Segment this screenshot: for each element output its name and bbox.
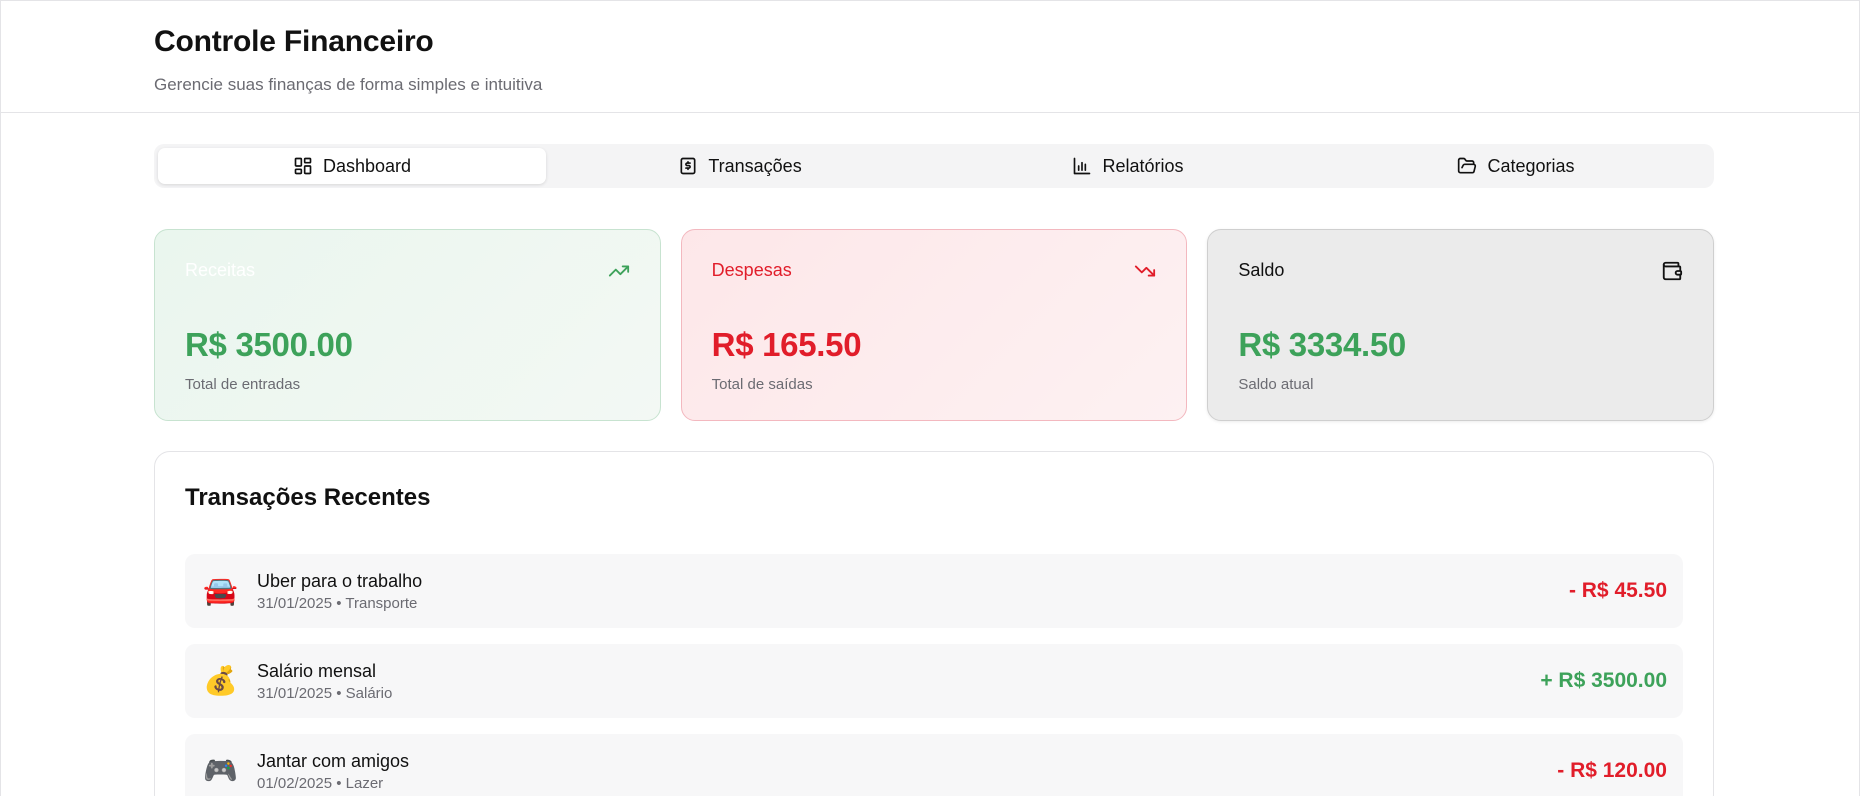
- app-page: Controle Financeiro Gerencie suas finanç…: [0, 0, 1860, 796]
- income-label: Receitas: [185, 260, 256, 280]
- wallet-icon: [1662, 261, 1683, 281]
- game-controller-icon: 🎮: [203, 755, 238, 786]
- transaction-amount: + R$ 3500.00: [1540, 669, 1667, 692]
- transaction-amount: - R$ 120.00: [1557, 759, 1667, 782]
- money-bag-icon: 💰: [203, 665, 238, 696]
- tab-dashboard[interactable]: Dashboard: [158, 148, 546, 184]
- tab-label: Transações: [708, 155, 802, 176]
- expense-caption: Total de saídas: [711, 376, 813, 393]
- transaction-amount: - R$ 45.50: [1568, 579, 1667, 602]
- main-tabs: Dashboard Transações Relatórios Categori…: [154, 144, 1714, 188]
- expense-card: Despesas R$ 165.50 Total de saídas: [680, 229, 1188, 421]
- transaction-info: Jantar com amigos 01/02/2025 • Lazer: [257, 750, 1557, 792]
- transaction-meta: 31/01/2025 • Salário: [257, 685, 393, 702]
- tab-label: Categorias: [1487, 155, 1575, 176]
- bar-chart-icon: [1074, 157, 1091, 175]
- income-caption: Total de entradas: [185, 376, 301, 393]
- layout-grid-icon: [294, 157, 312, 175]
- transaction-meta: 31/01/2025 • Transporte: [257, 595, 418, 612]
- expense-value: R$ 165.50: [711, 326, 862, 363]
- balance-label: Saldo: [1238, 260, 1285, 280]
- expense-label: Despesas: [711, 260, 792, 280]
- balance-value: R$ 3334.50: [1238, 326, 1406, 363]
- folder-open-icon: [1458, 157, 1477, 174]
- app-header: Controle Financeiro Gerencie suas finanç…: [1, 1, 1859, 113]
- transaction-meta: 01/02/2025 • Lazer: [257, 775, 384, 792]
- income-card: Receitas R$ 3500.00 Total de entradas: [154, 229, 661, 421]
- transaction-info: Uber para o trabalho 31/01/2025 • Transp…: [257, 570, 1569, 612]
- tab-label: Relatórios: [1102, 155, 1184, 176]
- trending-down-icon: [1135, 265, 1156, 277]
- tab-categorias[interactable]: Categorias: [1322, 148, 1710, 184]
- recent-transactions-panel: Transações Recentes 🚘 Uber para o trabal…: [154, 451, 1714, 796]
- transaction-list: 🚘 Uber para o trabalho 31/01/2025 • Tran…: [185, 554, 1683, 796]
- balance-card: Saldo R$ 3334.50 Saldo atual: [1207, 229, 1715, 421]
- transaction-description: Salário mensal: [257, 661, 377, 681]
- car-icon: 🚘: [203, 575, 238, 606]
- tab-relatorios[interactable]: Relatórios: [934, 148, 1322, 184]
- tab-transacoes[interactable]: Transações: [546, 148, 934, 184]
- transaction-description: Jantar com amigos: [257, 751, 410, 771]
- receipt-icon: [680, 157, 696, 175]
- income-value: R$ 3500.00: [185, 326, 353, 363]
- recent-transactions-title: Transações Recentes: [185, 484, 431, 511]
- transaction-info: Salário mensal 31/01/2025 • Salário: [257, 660, 1540, 702]
- summary-cards: Receitas R$ 3500.00 Total de entradas De…: [154, 229, 1715, 421]
- transaction-description: Uber para o trabalho: [257, 571, 423, 591]
- balance-caption: Saldo atual: [1238, 376, 1314, 393]
- transaction-row[interactable]: 🚘 Uber para o trabalho 31/01/2025 • Tran…: [185, 554, 1683, 628]
- trending-up-icon: [608, 265, 629, 277]
- tab-label: Dashboard: [322, 155, 412, 176]
- transaction-row[interactable]: 🎮 Jantar com amigos 01/02/2025 • Lazer -…: [185, 734, 1683, 796]
- app-subtitle: Gerencie suas finanças de forma simples …: [154, 75, 543, 94]
- app-title: Controle Financeiro: [154, 25, 434, 58]
- transaction-row[interactable]: 💰 Salário mensal 31/01/2025 • Salário + …: [185, 644, 1683, 718]
